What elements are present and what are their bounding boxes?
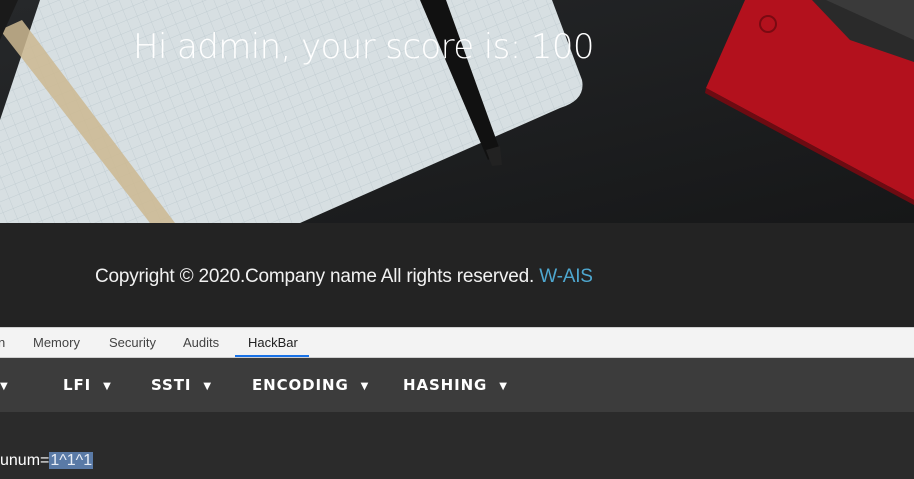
menu-item-lfi[interactable]: LFI ▼ (63, 358, 112, 412)
caret-down-icon: ▼ (0, 381, 9, 392)
menu-item-label: ENCODING (252, 376, 349, 394)
hackbar-url-area[interactable]: unum=1^1^1 (0, 412, 914, 479)
caret-down-icon: ▼ (203, 381, 212, 392)
url-prefix: unum= (0, 452, 50, 469)
menu-item-truncated[interactable]: ▼ (0, 358, 9, 412)
hackbar-menu-bar: ▼ LFI ▼ SSTI ▼ ENCODING ▼ HASHING ▼ (0, 358, 914, 412)
menu-item-encoding[interactable]: ENCODING ▼ (252, 358, 369, 412)
menu-item-label: HASHING (403, 376, 488, 394)
caret-down-icon: ▼ (360, 381, 370, 392)
tab-truncated[interactable]: n (0, 328, 5, 358)
menu-item-label: SSTI (151, 376, 192, 394)
footer-link[interactable]: W-AIS (539, 266, 593, 287)
caret-down-icon: ▼ (103, 381, 112, 392)
tab-memory[interactable]: Memory (33, 328, 80, 358)
url-selected-text: 1^1^1 (49, 452, 94, 469)
tab-audits[interactable]: Audits (183, 328, 219, 358)
copyright-label: Copyright © 2020.Company name All rights… (95, 266, 535, 287)
menu-item-label: LFI (63, 376, 92, 394)
devtools-tab-bar: n Memory Security Audits HackBar (0, 327, 914, 358)
tab-security[interactable]: Security (109, 328, 156, 358)
score-heading: Hi admin, your score is: 100 (133, 27, 595, 67)
caret-down-icon: ▼ (499, 381, 508, 392)
menu-item-hashing[interactable]: HASHING ▼ (403, 358, 508, 412)
url-textarea[interactable]: unum=1^1^1 (0, 450, 94, 472)
page-footer: Copyright © 2020.Company name All rights… (0, 223, 914, 327)
copyright-text: Copyright © 2020.Company name All rights… (95, 266, 593, 288)
menu-item-ssti[interactable]: SSTI ▼ (151, 358, 212, 412)
active-tab-indicator (235, 355, 309, 357)
hero-banner: Hi admin, your score is: 100 (0, 0, 914, 223)
tab-hackbar[interactable]: HackBar (248, 328, 298, 358)
